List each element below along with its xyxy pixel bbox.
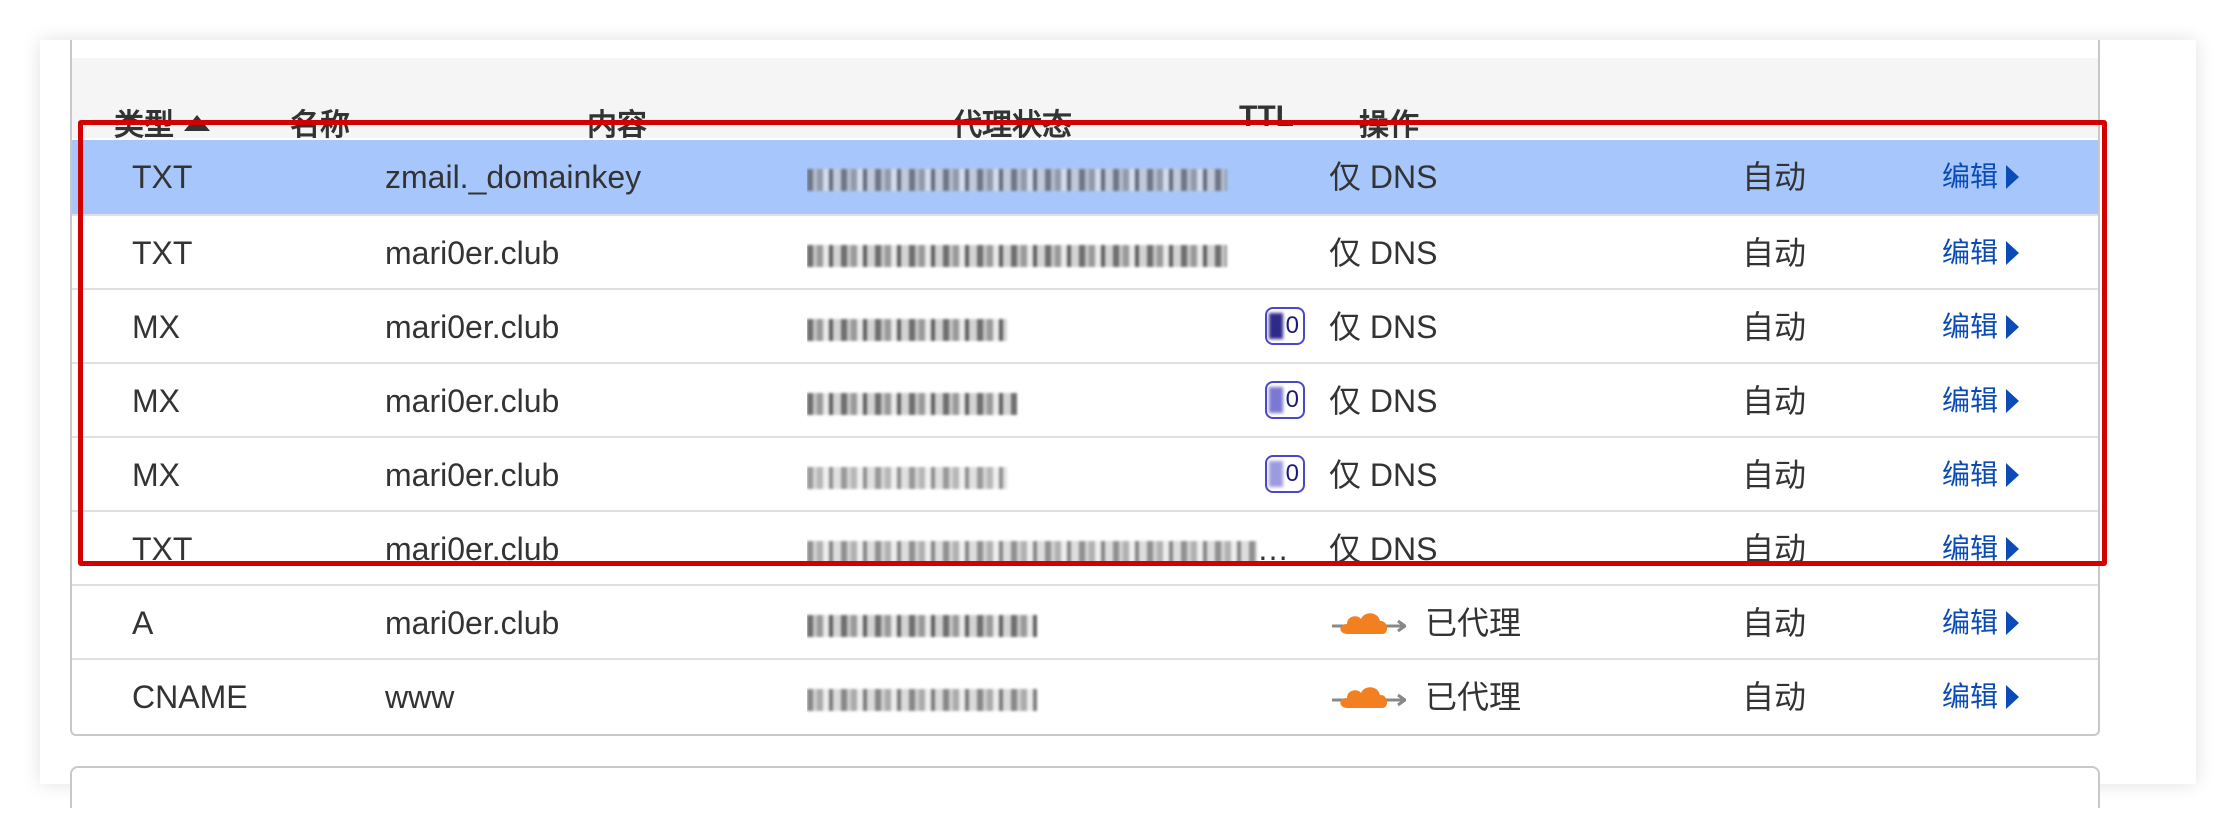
sort-ascending-icon[interactable] (184, 115, 210, 131)
ttl-value: 自动 (1742, 383, 1807, 419)
record-type: CNAME (132, 679, 248, 715)
edit-label: 编辑 (1942, 237, 1999, 268)
record-type: MX (132, 309, 180, 345)
table-row[interactable]: MX mari0er.club 0 仅 DNS 自动 编辑 (72, 288, 2098, 362)
record-content (807, 140, 1277, 214)
column-header-type[interactable]: 类型 (114, 100, 210, 144)
edit-label: 编辑 (1942, 533, 1999, 564)
ttl-value: 自动 (1742, 235, 1807, 271)
record-type: TXT (132, 531, 193, 567)
edit-button[interactable]: 编辑 (1942, 660, 2020, 734)
record-content (807, 290, 1227, 364)
table-row[interactable]: TXT zmail._domainkey 仅 DNS 自动 编辑 (72, 140, 2098, 214)
record-content (807, 586, 1227, 660)
column-header-ttl[interactable]: TTL (1239, 100, 1294, 134)
edit-button[interactable]: 编辑 (1942, 216, 2020, 290)
column-header-actions: 操作 (1359, 109, 1419, 142)
redacted-content (807, 614, 1037, 637)
proxy-status: 仅 DNS (1329, 457, 1438, 493)
proxy-status: 已代理 (1425, 679, 1522, 715)
table-header: 类型 名称 内容 代理状态 TTL 操作 (72, 58, 2098, 142)
edit-button[interactable]: 编辑 (1942, 438, 2020, 512)
record-content (807, 364, 1227, 438)
edit-button[interactable]: 编辑 (1942, 512, 2020, 586)
record-name: www (385, 679, 455, 715)
record-type: A (132, 605, 154, 641)
edit-button[interactable]: 编辑 (1942, 364, 2020, 438)
table-row[interactable]: MX mari0er.club 0 仅 DNS 自动 编辑 (72, 436, 2098, 510)
record-content (807, 660, 1227, 734)
ttl-value: 自动 (1742, 309, 1807, 345)
ttl-value: 自动 (1742, 605, 1807, 641)
table-row[interactable]: TXT mari0er.club 仅 DNS 自动 编辑 (72, 214, 2098, 288)
priority-badge: 0 (1265, 455, 1305, 493)
record-type: TXT (132, 235, 193, 271)
table-row[interactable]: TXT mari0er.club … 仅 DNS 自动 编辑 (72, 510, 2098, 584)
proxy-status: 仅 DNS (1329, 531, 1438, 567)
redacted-content (807, 168, 1227, 191)
edit-label: 编辑 (1942, 607, 1999, 638)
proxy-status: 仅 DNS (1329, 159, 1438, 195)
proxy-status: 已代理 (1425, 605, 1522, 641)
record-name: zmail._domainkey (385, 159, 642, 195)
edit-label: 编辑 (1942, 385, 1999, 416)
priority-badge: 0 (1265, 381, 1305, 419)
edit-label: 编辑 (1942, 459, 1999, 490)
edit-label: 编辑 (1942, 311, 1999, 342)
redacted-content (807, 318, 1007, 341)
record-name: mari0er.club (385, 605, 560, 641)
content-ellipsis: … (1257, 531, 1289, 567)
caret-right-icon (2006, 315, 2020, 339)
caret-right-icon (2006, 537, 2020, 561)
table-row[interactable]: MX mari0er.club 0 仅 DNS 自动 编辑 (72, 362, 2098, 436)
redacted-content (807, 466, 1007, 489)
column-header-proxy-status[interactable]: 代理状态 (952, 100, 1072, 144)
record-name: mari0er.club (385, 531, 560, 567)
caret-right-icon (2006, 685, 2020, 709)
caret-right-icon (2006, 611, 2020, 635)
record-content: … (807, 512, 1297, 586)
redacted-content (807, 392, 1017, 415)
record-name: mari0er.club (385, 457, 560, 493)
record-name: mari0er.club (385, 235, 560, 271)
orange-cloud-icon[interactable] (1330, 680, 1408, 714)
edit-button[interactable]: 编辑 (1942, 140, 2020, 214)
record-content (807, 216, 1277, 290)
edit-label: 编辑 (1942, 161, 1999, 192)
redacted-content (807, 688, 1037, 711)
column-header-content[interactable]: 内容 (587, 100, 647, 144)
record-type: TXT (132, 159, 193, 195)
column-header-type-label: 类型 (114, 109, 174, 142)
proxy-status: 仅 DNS (1329, 235, 1438, 271)
caret-right-icon (2006, 389, 2020, 413)
record-name: mari0er.club (385, 309, 560, 345)
column-header-name[interactable]: 名称 (290, 100, 350, 144)
table-row[interactable]: CNAME www 已代理 自动 编辑 (72, 658, 2098, 732)
caret-right-icon (2006, 241, 2020, 265)
ttl-value: 自动 (1742, 679, 1807, 715)
ttl-value: 自动 (1742, 531, 1807, 567)
edit-label: 编辑 (1942, 681, 1999, 712)
caret-right-icon (2006, 165, 2020, 189)
redacted-content (807, 244, 1227, 267)
priority-badge: 0 (1265, 307, 1305, 345)
record-type: MX (132, 457, 180, 493)
ttl-value: 自动 (1742, 159, 1807, 195)
proxy-status: 仅 DNS (1329, 309, 1438, 345)
ttl-value: 自动 (1742, 457, 1807, 493)
record-type: MX (132, 383, 180, 419)
proxy-status: 仅 DNS (1329, 383, 1438, 419)
redacted-content (807, 540, 1257, 563)
edit-button[interactable]: 编辑 (1942, 586, 2020, 660)
orange-cloud-icon[interactable] (1330, 606, 1408, 640)
edit-button[interactable]: 编辑 (1942, 290, 2020, 364)
next-panel (70, 766, 2100, 808)
table-row[interactable]: A mari0er.club 已代理 自动 编辑 (72, 584, 2098, 658)
caret-right-icon (2006, 463, 2020, 487)
record-content (807, 438, 1227, 512)
record-name: mari0er.club (385, 383, 560, 419)
